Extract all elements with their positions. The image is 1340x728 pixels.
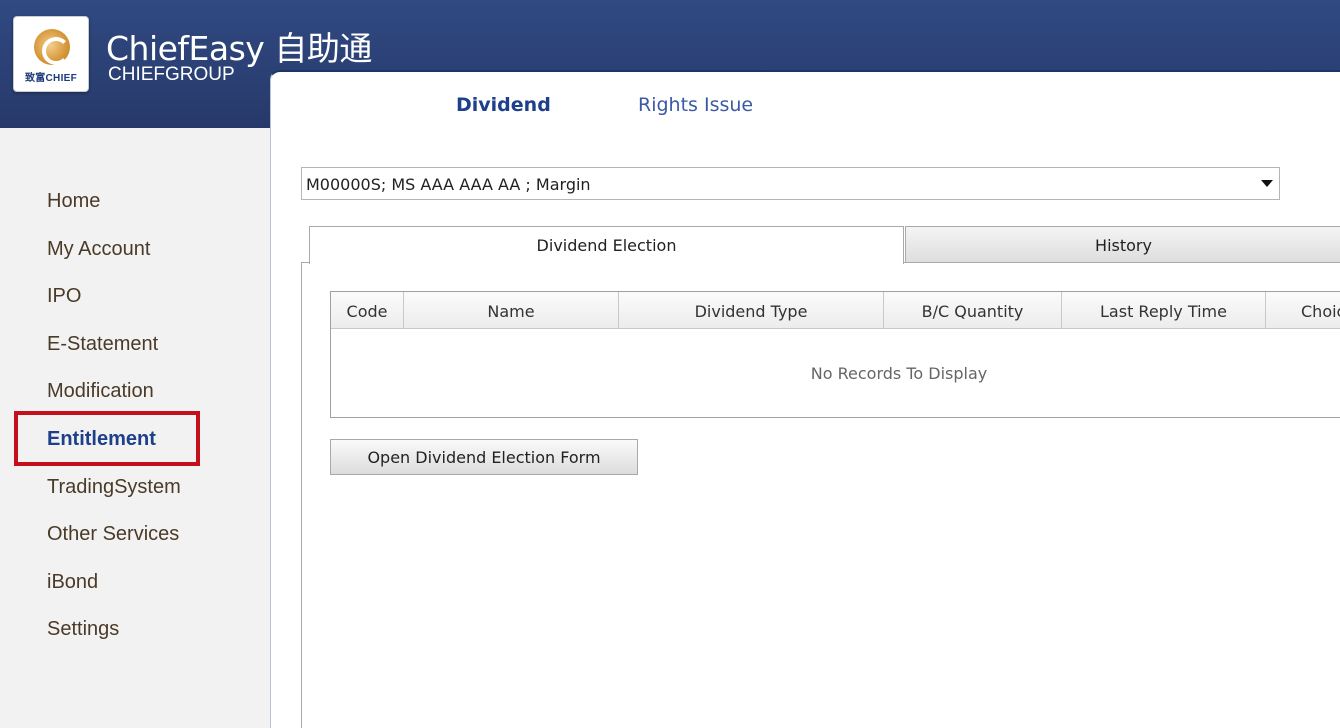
grid-header: Code Name Dividend Type B/C Quantity Las… — [331, 292, 1340, 329]
company-logo[interactable]: 致富CHIEF — [13, 16, 89, 92]
sidebar-item-my-account[interactable]: My Account — [47, 238, 150, 261]
sidebar-item-other-services[interactable]: Other Services — [47, 523, 179, 546]
sidebar-item-trading-system[interactable]: TradingSystem — [47, 476, 181, 499]
open-dividend-election-form-button[interactable]: Open Dividend Election Form — [330, 439, 638, 475]
tab-dividend-election[interactable]: Dividend Election — [309, 226, 904, 264]
dropdown-arrow-icon[interactable] — [1261, 180, 1273, 187]
main-panel: Dividend Rights Issue M00000S; MS AAA AA… — [270, 70, 1340, 728]
sidebar: Home My Account IPO E-Statement Modifica… — [0, 128, 270, 728]
app-name: ChiefEasy 自助通 — [106, 29, 372, 68]
logo-emblem-icon — [34, 29, 70, 65]
app-subtitle: CHIEFGROUP — [108, 64, 235, 85]
sidebar-item-home[interactable]: Home — [47, 190, 100, 213]
tab-dividend[interactable]: Dividend — [456, 94, 551, 116]
column-header-code[interactable]: Code — [331, 292, 404, 329]
account-select[interactable]: M00000S; MS AAA AAA AA ; Margin — [301, 167, 1280, 200]
active-item-highlight — [14, 411, 200, 466]
sidebar-item-modification[interactable]: Modification — [47, 380, 154, 403]
sidebar-item-ipo[interactable]: IPO — [47, 285, 81, 308]
column-header-name[interactable]: Name — [404, 292, 619, 329]
sidebar-item-ibond[interactable]: iBond — [47, 571, 98, 594]
sidebar-item-settings[interactable]: Settings — [47, 618, 119, 641]
empty-grid-message: No Records To Display — [810, 364, 988, 383]
logo-text: 致富CHIEF — [24, 73, 78, 84]
tab-rights-issue[interactable]: Rights Issue — [638, 94, 753, 116]
dividend-grid: Code Name Dividend Type B/C Quantity Las… — [330, 291, 1340, 418]
column-header-last-reply-time[interactable]: Last Reply Time — [1062, 292, 1266, 329]
account-select-value: M00000S; MS AAA AAA AA ; Margin — [306, 175, 591, 194]
column-header-choice[interactable]: Choic — [1266, 292, 1340, 329]
tab-history[interactable]: History — [905, 226, 1340, 263]
column-header-dividend-type[interactable]: Dividend Type — [619, 292, 884, 329]
column-header-bc-quantity[interactable]: B/C Quantity — [884, 292, 1062, 329]
sidebar-item-e-statement[interactable]: E-Statement — [47, 333, 158, 356]
